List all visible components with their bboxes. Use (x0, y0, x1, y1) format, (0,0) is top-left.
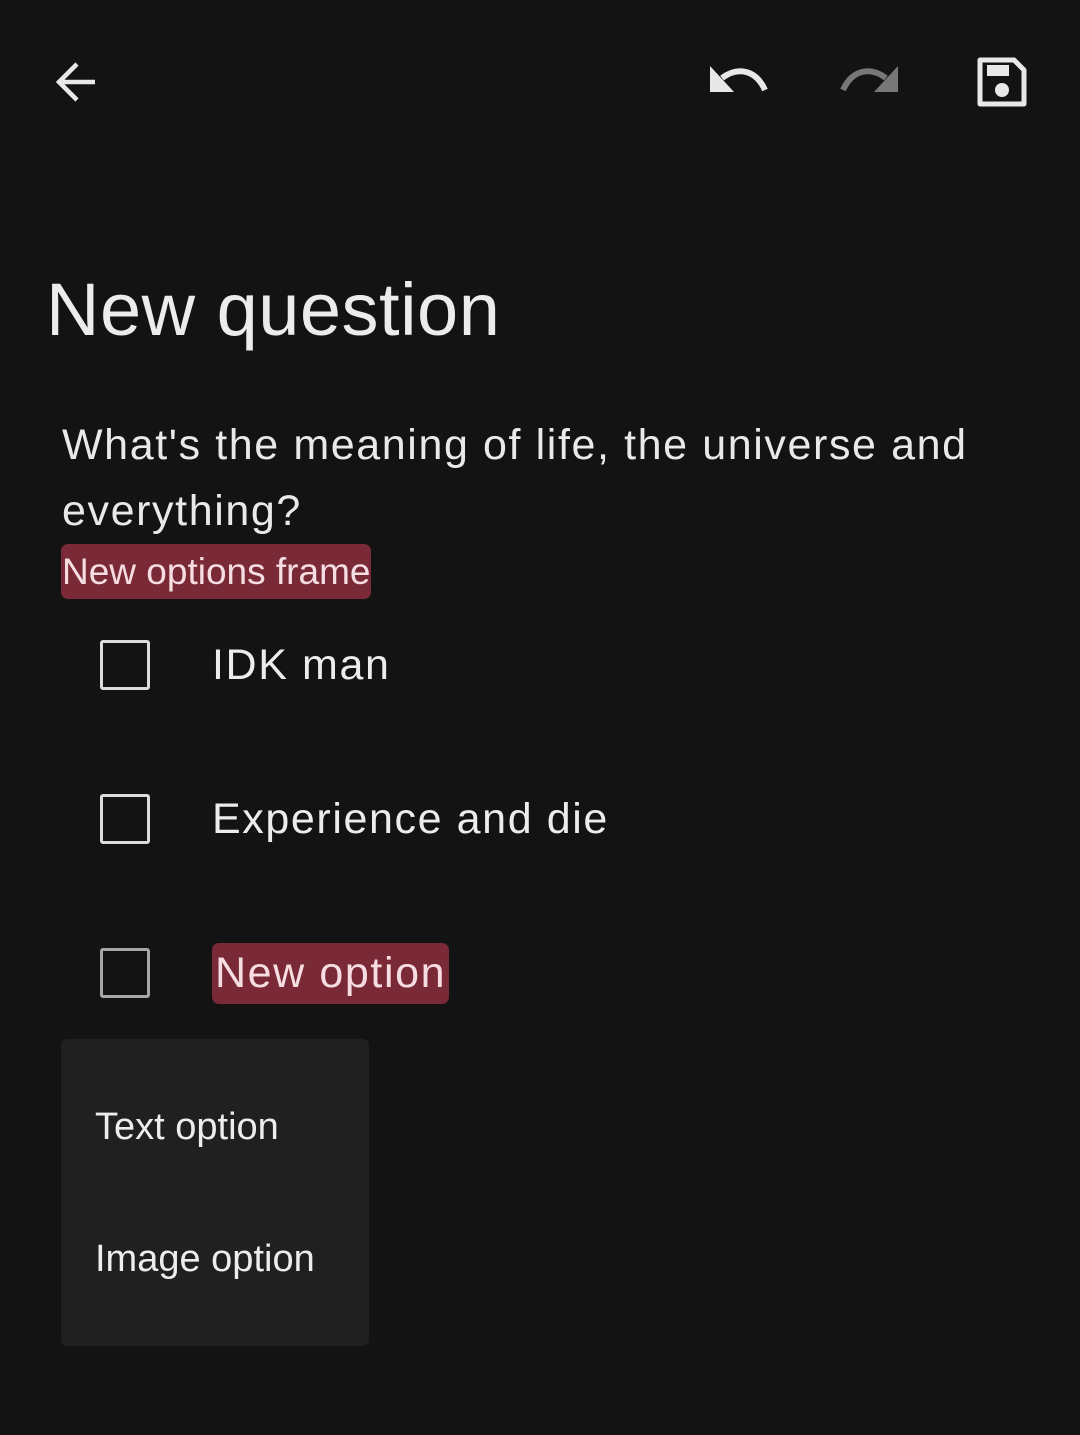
option-label[interactable]: IDK man (212, 641, 390, 690)
arrow-left-icon (53, 58, 101, 106)
add-option-menu: Text option Image option (61, 1039, 369, 1346)
option-checkbox[interactable] (100, 794, 150, 844)
option-checkbox[interactable] (100, 640, 150, 690)
redo-button[interactable] (830, 42, 910, 122)
new-options-frame-tag[interactable]: New options frame (61, 544, 372, 599)
save-floppy-icon (976, 56, 1028, 108)
option-label[interactable]: Experience and die (212, 795, 609, 844)
redo-icon (840, 64, 900, 100)
new-option-button[interactable]: New option (212, 942, 450, 1004)
option-checkbox[interactable] (100, 948, 150, 998)
menu-item-text-option[interactable]: Text option (61, 1061, 369, 1193)
menu-item-image-option[interactable]: Image option (61, 1193, 369, 1325)
save-button[interactable] (962, 42, 1042, 122)
undo-icon (708, 64, 768, 100)
option-row[interactable]: IDK man (90, 625, 390, 705)
back-button[interactable] (37, 42, 117, 122)
new-option-row[interactable]: New option (90, 933, 450, 1013)
page-title: New question (46, 268, 501, 351)
option-row[interactable]: Experience and die (90, 779, 609, 859)
question-text[interactable]: What's the meaning of life, the universe… (62, 412, 1022, 544)
undo-button[interactable] (698, 42, 778, 122)
